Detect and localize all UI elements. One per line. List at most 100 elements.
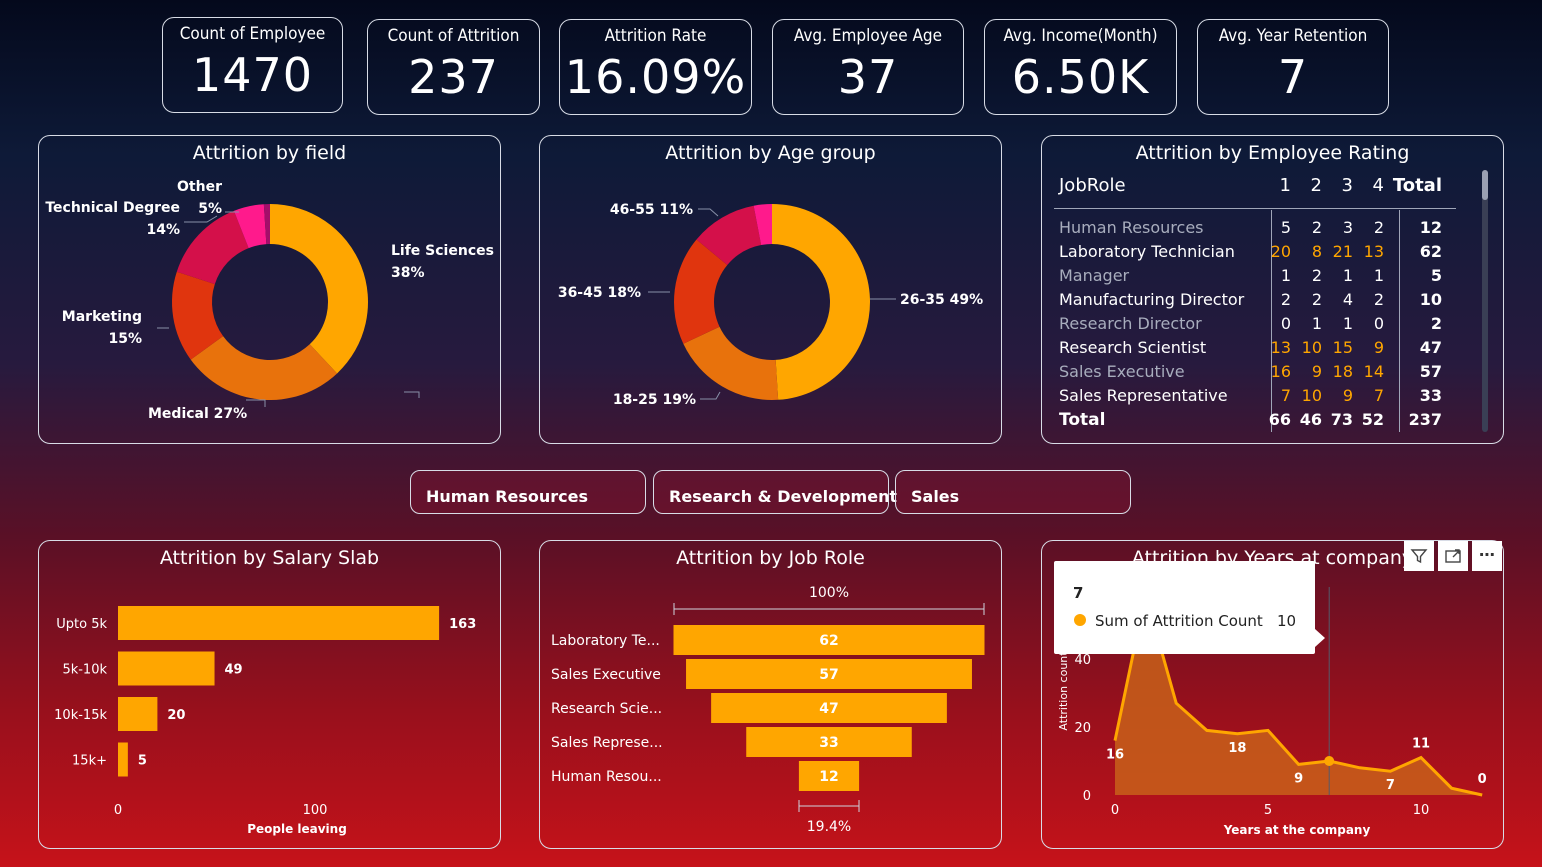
slice-26-35[interactable] [772,204,870,400]
data-label: 11 [1412,737,1430,752]
matrix-cell: 15 [1332,338,1353,357]
slicer-research-development[interactable]: Research & Development [653,470,897,514]
attrition-by-jobrole-panel[interactable]: Attrition by Job Role 100% 62 Laboratory … [539,540,1002,849]
matrix-row[interactable]: Sales Executive 16 9 18 14 57 [1042,362,1505,386]
data-label-marketing-pct: 15% [108,331,142,347]
matrix-grand-total: 237 [1408,410,1442,429]
data-label-life-sciences-pct: 38% [391,265,425,281]
kpi-card-attrition-rate: Attrition Rate 16.09% [559,19,752,115]
x-tick-0: 0 [114,803,122,818]
tooltip-series-dot [1074,614,1086,626]
matrix-row-total: 10 [1419,290,1442,309]
salary-bar-chart[interactable]: Upto 5k 163 5k-10k 49 10k-15k 20 15k+ 5 0 100 P… [39,541,502,850]
field-donut-chart[interactable]: Life Sciences 38% Medical 27% Marketing … [39,136,502,445]
data-label: 47 [819,701,838,717]
leader-line [404,391,420,398]
data-label: 7 [1386,778,1395,793]
bar-10k-15k[interactable] [118,697,158,731]
bar-upto-5k[interactable] [118,606,440,640]
kpi-value: 37 [837,50,899,104]
matrix-row[interactable]: Laboratory Technician 20 8 21 13 62 [1042,242,1505,266]
kpi-card-attrition-count: Count of Attrition 237 [367,19,540,115]
row-header-jobrole: Sales Representative [1059,386,1228,405]
kpi-label: Avg. Employee Age [793,26,943,46]
tooltip-series-name: Sum of Attrition Count [1095,612,1263,630]
matrix-cell: 2 [1311,266,1322,285]
kpi-label: Count of Attrition [387,26,520,46]
data-label-36-45: 36-45 18% [558,285,641,301]
filter-icon[interactable] [1404,541,1434,571]
jobrole-funnel-chart[interactable]: 100% 62 Laboratory Te... 57 Sales Executive… [540,541,1003,850]
column-header-rating-4[interactable]: 4 [1360,175,1384,196]
matrix-row[interactable]: Research Scientist 13 10 15 9 47 [1042,338,1505,362]
scrollbar-track[interactable] [1482,170,1488,432]
focus-mode-icon[interactable] [1438,541,1468,571]
matrix-row[interactable]: Manufacturing Director 2 2 4 2 10 [1042,290,1505,314]
slice-life-sciences[interactable] [270,204,368,374]
category-label: Upto 5k [56,617,107,632]
attrition-by-rating-panel[interactable]: Attrition by Employee Rating JobRole 1 2… [1041,135,1504,444]
matrix-total-cell: 46 [1299,410,1322,429]
matrix-cell: 9 [1373,338,1384,357]
rating-matrix-table[interactable]: JobRole 1 2 3 4 Total Human Resources 5 2 3… [1042,136,1505,445]
data-label-46-55: 46-55 11% [610,202,693,218]
x-axis-label: People leaving [247,822,347,836]
column-header-rating-3[interactable]: 3 [1329,175,1353,196]
column-header-total[interactable]: Total [1382,175,1442,196]
matrix-row-total: 12 [1419,218,1442,237]
leader-line [700,391,721,400]
column-header-rating-1[interactable]: 1 [1267,175,1291,196]
matrix-cell: 13 [1270,338,1291,357]
kpi-card-avg-income: Avg. Income(Month) 6.50K [984,19,1177,115]
matrix-row-total: 2 [1430,314,1442,333]
data-label: 20 [167,708,185,723]
age-donut-chart[interactable]: 26-35 49% 18-25 19% 36-45 18% 46-55 11% [540,136,1003,445]
x-tick: 5 [1264,803,1272,818]
hover-point[interactable] [1324,756,1335,766]
tooltip-series-value: 10 [1277,612,1297,630]
matrix-row-total: 47 [1419,338,1442,357]
slicer-sales[interactable]: Sales [895,470,1131,514]
matrix-total-cell: 73 [1330,410,1353,429]
row-header-jobrole: Manager [1059,266,1130,285]
bar-15k-[interactable] [118,742,128,777]
leader-line [246,399,266,407]
data-label-technical-pct: 14% [146,222,180,238]
matrix-cell: 3 [1342,218,1353,237]
attrition-by-age-panel[interactable]: Attrition by Age group 26-35 49% 18-25 1… [539,135,1002,444]
data-label-other: Other [177,179,222,195]
matrix-row[interactable]: Manager 1 2 1 1 5 [1042,266,1505,290]
matrix-cell: 2 [1311,290,1322,309]
scrollbar-thumb[interactable] [1482,170,1488,200]
matrix-row[interactable]: Research Director 0 1 1 0 2 [1042,314,1505,338]
funnel-top-percent: 100% [809,585,849,601]
attrition-by-field-panel[interactable]: Attrition by field Life Sciences 38% Med… [38,135,501,444]
x-tick: 10 [1413,803,1430,818]
data-label: 12 [819,769,838,785]
data-label-medical: Medical 27% [148,406,247,422]
matrix-cell: 1 [1280,266,1291,285]
data-label: 57 [819,667,838,683]
kpi-value: 6.50K [1011,50,1150,104]
bar-5k-10k[interactable] [118,651,215,686]
data-label: 163 [449,617,476,632]
matrix-row[interactable]: Human Resources 5 2 3 2 12 [1042,218,1505,242]
kpi-label: Attrition Rate [604,26,707,46]
matrix-row-total: 57 [1419,362,1442,381]
slicer-human-resources[interactable]: Human Resources [410,470,646,514]
matrix-cell: 7 [1280,386,1291,405]
matrix-cell: 16 [1270,362,1291,381]
total-label: Total [1059,410,1106,430]
matrix-cell: 14 [1363,362,1384,381]
category-label: Sales Represe... [551,735,663,751]
slice-18-25[interactable] [683,326,779,400]
kpi-value: 16.09% [564,50,747,104]
column-header-rating-2[interactable]: 2 [1298,175,1322,196]
category-label: Laboratory Te... [551,633,660,649]
attrition-by-salary-panel[interactable]: Attrition by Salary Slab Upto 5k 163 5k-10… [38,540,501,849]
column-header-jobrole[interactable]: JobRole [1059,175,1126,196]
matrix-row[interactable]: Sales Representative 7 10 9 7 33 [1042,386,1505,410]
matrix-cell: 1 [1342,266,1353,285]
more-options-icon[interactable]: ⋯ [1472,541,1502,571]
data-label: 18 [1228,741,1246,756]
